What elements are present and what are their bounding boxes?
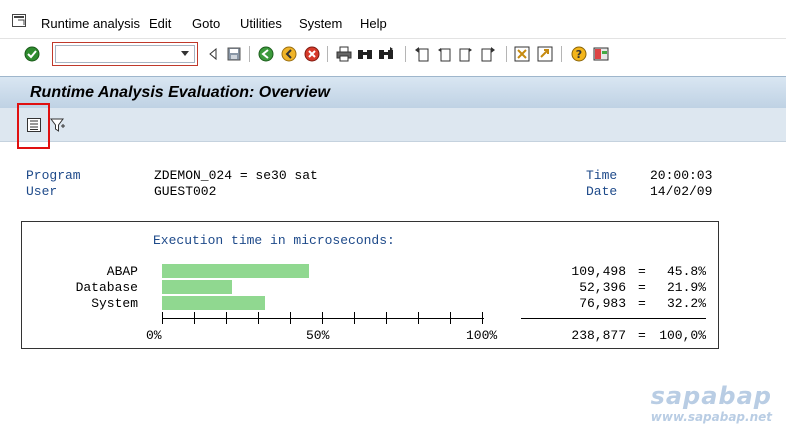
page-title: Runtime Analysis Evaluation: Overview <box>30 84 330 101</box>
total-pct: 100,0% <box>659 328 706 343</box>
svg-text:?: ? <box>576 48 582 61</box>
watermark: sapabap www.sapabap.net <box>651 382 772 424</box>
menu-bar: Runtime analysis Edit Goto Utilities Sys… <box>0 0 786 38</box>
row-label-database: Database <box>75 280 138 295</box>
help-icon[interactable]: ? <box>571 46 587 62</box>
watermark-brand: sapabap <box>650 382 772 410</box>
x-axis-tick <box>258 312 259 324</box>
x-axis-tick <box>194 312 195 324</box>
row-eq-system: = <box>638 296 646 311</box>
axis-label-min: 0% <box>146 328 162 343</box>
date-label: Date <box>586 184 618 199</box>
date-value: 14/02/09 <box>650 184 713 199</box>
time-value: 20:00:03 <box>650 168 713 183</box>
create-session-icon[interactable] <box>514 46 530 62</box>
row-value-database: 52,396 <box>579 280 626 295</box>
x-axis-tick <box>226 312 227 324</box>
x-axis-tick <box>322 312 323 324</box>
row-eq-database: = <box>638 280 646 295</box>
command-field[interactable] <box>52 42 198 66</box>
program-label: Program <box>26 168 81 183</box>
total-value: 238,877 <box>571 328 626 343</box>
x-axis-tick <box>450 312 451 324</box>
find-icon[interactable] <box>357 46 373 62</box>
row-label-system: System <box>91 296 138 311</box>
highlight-box <box>17 103 50 149</box>
system-menu-icon[interactable] <box>12 14 26 27</box>
row-label-abap: ABAP <box>106 264 138 279</box>
menu-edit[interactable]: Edit <box>149 16 171 31</box>
find-next-icon[interactable] <box>378 46 394 62</box>
menu-help[interactable]: Help <box>360 16 387 31</box>
row-eq-abap: = <box>638 264 646 279</box>
save-icon[interactable] <box>226 46 242 62</box>
axis-label-mid: 50% <box>306 328 330 343</box>
user-label: User <box>26 184 58 199</box>
back-icon[interactable] <box>258 46 274 62</box>
filter-icon[interactable] <box>50 117 66 133</box>
title-bar: Runtime Analysis Evaluation: Overview <box>0 76 786 108</box>
exit-icon[interactable] <box>281 46 297 62</box>
x-axis-line <box>162 318 484 319</box>
previous-page-icon[interactable] <box>436 46 452 62</box>
time-label: Time <box>586 168 618 183</box>
bar-database <box>162 280 232 294</box>
total-eq: = <box>638 328 646 343</box>
menu-system[interactable]: System <box>299 16 342 31</box>
bar-system <box>162 296 265 310</box>
row-pct-database: 21.9% <box>666 280 706 295</box>
user-value: GUEST002 <box>154 184 217 199</box>
x-axis-tick <box>482 312 483 324</box>
execution-time-chart: Execution time in microseconds: ABAP Dat… <box>21 221 719 349</box>
layout-icon[interactable] <box>593 46 609 62</box>
application-toolbar <box>0 108 786 142</box>
row-pct-system: 32.2% <box>666 296 706 311</box>
chevron-down-icon[interactable] <box>181 51 189 56</box>
bar-abap <box>162 264 309 278</box>
chart-heading: Execution time in microseconds: <box>153 233 395 248</box>
x-axis-tick <box>290 312 291 324</box>
row-value-system: 76,983 <box>579 296 626 311</box>
row-pct-abap: 45.8% <box>666 264 706 279</box>
x-axis-tick <box>354 312 355 324</box>
print-icon[interactable] <box>336 46 352 62</box>
next-page-icon[interactable] <box>458 46 474 62</box>
x-axis-tick <box>162 312 163 324</box>
x-axis-tick <box>418 312 419 324</box>
x-axis-tick <box>386 312 387 324</box>
menu-goto[interactable]: Goto <box>192 16 220 31</box>
program-value: ZDEMON_024 = se30 sat <box>154 168 318 183</box>
total-rule <box>521 318 706 319</box>
menu-runtime-analysis[interactable]: Runtime analysis <box>41 16 140 31</box>
cancel-icon[interactable] <box>304 46 320 62</box>
shortcut-icon[interactable] <box>537 46 553 62</box>
enter-icon[interactable] <box>24 46 40 62</box>
axis-label-max: 100% <box>466 328 498 343</box>
menu-utilities[interactable]: Utilities <box>240 16 282 31</box>
row-value-abap: 109,498 <box>571 264 626 279</box>
last-page-icon[interactable] <box>480 46 496 62</box>
first-page-icon[interactable] <box>414 46 430 62</box>
back-arrow-small-icon[interactable] <box>205 46 221 62</box>
watermark-url: www.sapabap.net <box>650 410 772 424</box>
